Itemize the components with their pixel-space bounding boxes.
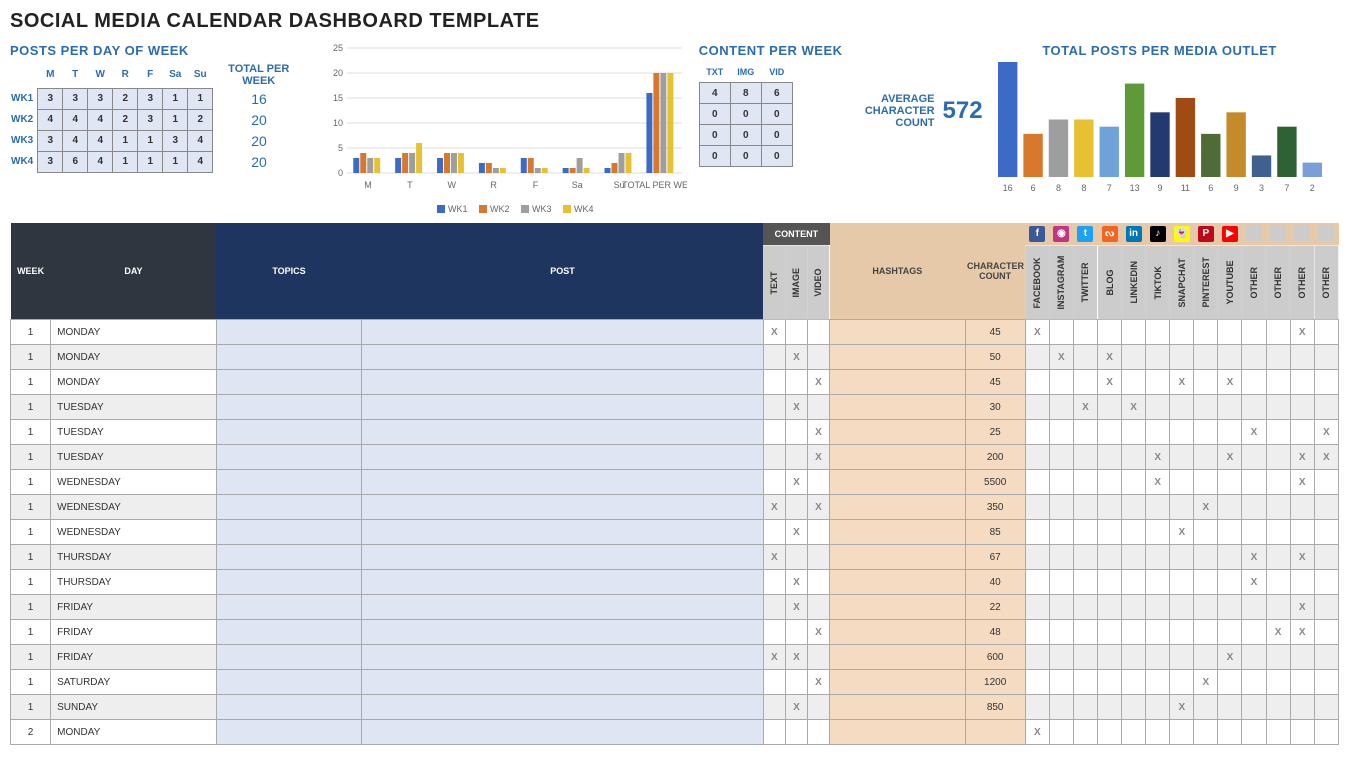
svg-text:25: 25 [333, 43, 343, 53]
table-row[interactable]: 1WEDNESDAYXX350X [11, 495, 1339, 520]
tpmo-title: TOTAL POSTS PER MEDIA OUTLET [995, 43, 1325, 58]
table-row[interactable]: 1FRIDAYXX600X [11, 645, 1339, 670]
svg-text:WK3: WK3 [532, 204, 552, 214]
table-row[interactable]: 1WEDNESDAYX85X [11, 520, 1339, 545]
svg-text:8: 8 [1081, 183, 1086, 193]
avg-value: 572 [943, 97, 983, 125]
total-posts-outlet-block: TOTAL POSTS PER MEDIA OUTLET 16 6 8 8 7 13 9 11… [995, 43, 1325, 210]
snapchat-icon: 👻 [1174, 226, 1190, 242]
page-title: SOCIAL MEDIA CALENDAR DASHBOARD TEMPLATE [10, 10, 1339, 33]
svg-text:6: 6 [1030, 183, 1035, 193]
table-row[interactable]: 1FRIDAYX22X [11, 595, 1339, 620]
facebook-icon: f [1029, 226, 1045, 242]
table-row[interactable]: 1THURSDAYX40X [11, 570, 1339, 595]
twitter-icon: t [1077, 226, 1093, 242]
svg-text:2: 2 [1309, 183, 1314, 193]
avg-char-count: AVERAGE CHARACTER COUNT 572 [855, 93, 983, 129]
table-row[interactable]: 1MONDAYX45XXX [11, 370, 1339, 395]
table-row[interactable]: 1MONDAYX45XX [11, 320, 1339, 345]
svg-text:6: 6 [1208, 183, 1213, 193]
table-row[interactable]: 1THURSDAYX67XX [11, 545, 1339, 570]
table-row[interactable]: 1FRIDAYX48XX [11, 620, 1339, 645]
other-icon [1294, 225, 1310, 241]
calendar-table: WEEKDAYTOPICSPOSTCONTENTHASHTAGSCHARACTE… [10, 223, 1339, 745]
blog-icon: ᔓ [1102, 226, 1118, 242]
svg-text:16: 16 [1002, 183, 1012, 193]
linkedin-icon: in [1126, 226, 1142, 242]
youtube-icon: ▶ [1222, 226, 1238, 242]
svg-text:9: 9 [1157, 183, 1162, 193]
table-row[interactable]: 1MONDAYX50XX [11, 345, 1339, 370]
table-row[interactable]: 1TUESDAYX200XXXX [11, 445, 1339, 470]
svg-text:8: 8 [1056, 183, 1061, 193]
svg-text:TOTAL PER WEEK: TOTAL PER WEEK [622, 180, 687, 190]
ppdw-table: MTWRFSaSuTOTAL PER WEEKWK1333231116WK244… [10, 62, 305, 173]
pinterest-icon: P [1198, 226, 1214, 242]
svg-text:M: M [364, 180, 372, 190]
svg-text:F: F [532, 180, 538, 190]
weekly-bar-chart: 0510152025MTWRFSaSuTOTAL PER WEEKWK1WK2W… [317, 43, 687, 213]
cpw-title: CONTENT PER WEEK [699, 43, 843, 58]
table-row[interactable]: 1TUESDAYX25XX [11, 420, 1339, 445]
table-row[interactable]: 1SATURDAYX1200X [11, 670, 1339, 695]
svg-text:20: 20 [333, 68, 343, 78]
avg-label: AVERAGE CHARACTER COUNT [855, 93, 935, 129]
svg-text:T: T [407, 180, 413, 190]
svg-text:7: 7 [1284, 183, 1289, 193]
svg-text:7: 7 [1106, 183, 1111, 193]
ppdw-title: POSTS PER DAY OF WEEK [10, 43, 305, 58]
other-icon [1318, 225, 1334, 241]
svg-text:W: W [447, 180, 456, 190]
svg-text:0: 0 [338, 168, 343, 178]
svg-text:9: 9 [1233, 183, 1238, 193]
svg-text:3: 3 [1259, 183, 1264, 193]
svg-text:R: R [490, 180, 497, 190]
table-row[interactable]: 1SUNDAYX850X [11, 695, 1339, 720]
svg-text:5: 5 [338, 143, 343, 153]
other-icon [1270, 225, 1286, 241]
cpw-table: TXTIMGVID486000000000 [699, 62, 793, 167]
svg-text:WK1: WK1 [448, 204, 468, 214]
tiktok-icon: ♪ [1150, 226, 1166, 242]
svg-text:15: 15 [333, 93, 343, 103]
svg-text:11: 11 [1180, 183, 1189, 193]
svg-text:Sa: Sa [572, 180, 583, 190]
table-row[interactable]: 2MONDAYX [11, 720, 1339, 745]
table-row[interactable]: 1TUESDAYX30XX [11, 395, 1339, 420]
table-row[interactable]: 1WEDNESDAYX5500XX [11, 470, 1339, 495]
svg-text:13: 13 [1129, 183, 1139, 193]
svg-text:WK2: WK2 [490, 204, 510, 214]
posts-per-day-block: POSTS PER DAY OF WEEK MTWRFSaSuTOTAL PER… [10, 43, 305, 173]
content-per-week-block: CONTENT PER WEEK TXTIMGVID486000000000 [699, 43, 843, 167]
instagram-icon: ◉ [1053, 226, 1069, 242]
svg-text:WK4: WK4 [574, 204, 594, 214]
svg-text:10: 10 [333, 118, 343, 128]
other-icon [1246, 225, 1262, 241]
